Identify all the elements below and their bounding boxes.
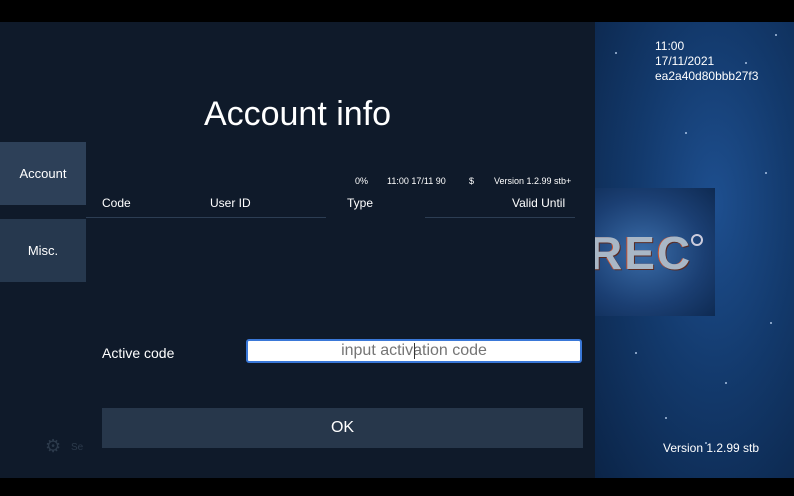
status-currency: $ bbox=[469, 176, 475, 186]
app-logo: REC bbox=[595, 188, 715, 316]
registered-icon bbox=[691, 234, 703, 246]
device-id: ea2a40d80bbb27f3 bbox=[655, 69, 759, 83]
gear-icon[interactable]: ⚙ bbox=[45, 437, 63, 455]
background-panel: REC bbox=[595, 22, 794, 478]
status-version: Version 1.2.99 stb+ bbox=[494, 176, 572, 186]
settings-label: Se bbox=[71, 442, 84, 453]
device-info: 11:00 17/11/2021 ea2a40d80bbb27f3 bbox=[655, 39, 758, 84]
column-code: Code bbox=[102, 196, 131, 210]
column-type: Type bbox=[347, 196, 374, 210]
table-divider bbox=[425, 217, 575, 218]
text-caret bbox=[414, 343, 415, 359]
tab-misc-label: Misc. bbox=[27, 243, 59, 258]
active-code-label: Active code bbox=[102, 345, 175, 361]
clock-time: 11:00 bbox=[655, 39, 685, 53]
table-divider bbox=[86, 217, 326, 218]
tab-misc[interactable]: Misc. bbox=[0, 219, 86, 282]
status-progress: 0% bbox=[355, 176, 369, 186]
tab-account-label: Account bbox=[19, 166, 67, 181]
ok-button-label: OK bbox=[330, 419, 355, 436]
column-user-id: User ID bbox=[210, 196, 251, 210]
column-valid-until: Valid Until bbox=[512, 196, 566, 210]
screen: REC 11:00 17/11/2021 ea2a40d80bbb27f3 Ve… bbox=[0, 22, 794, 478]
logo-text: REC bbox=[595, 227, 693, 279]
ok-button[interactable]: OK bbox=[102, 408, 583, 448]
clock-date: 17/11/2021 bbox=[655, 54, 715, 68]
tab-account[interactable]: Account bbox=[0, 142, 86, 205]
dialog-title: Account info bbox=[203, 95, 392, 133]
app-version: Version 1.2.99 stb bbox=[663, 441, 760, 455]
account-dialog: Account info Account Misc. 0% 11:00 17/1… bbox=[0, 22, 595, 478]
status-datetime: 11:00 17/11 90 bbox=[387, 176, 446, 186]
